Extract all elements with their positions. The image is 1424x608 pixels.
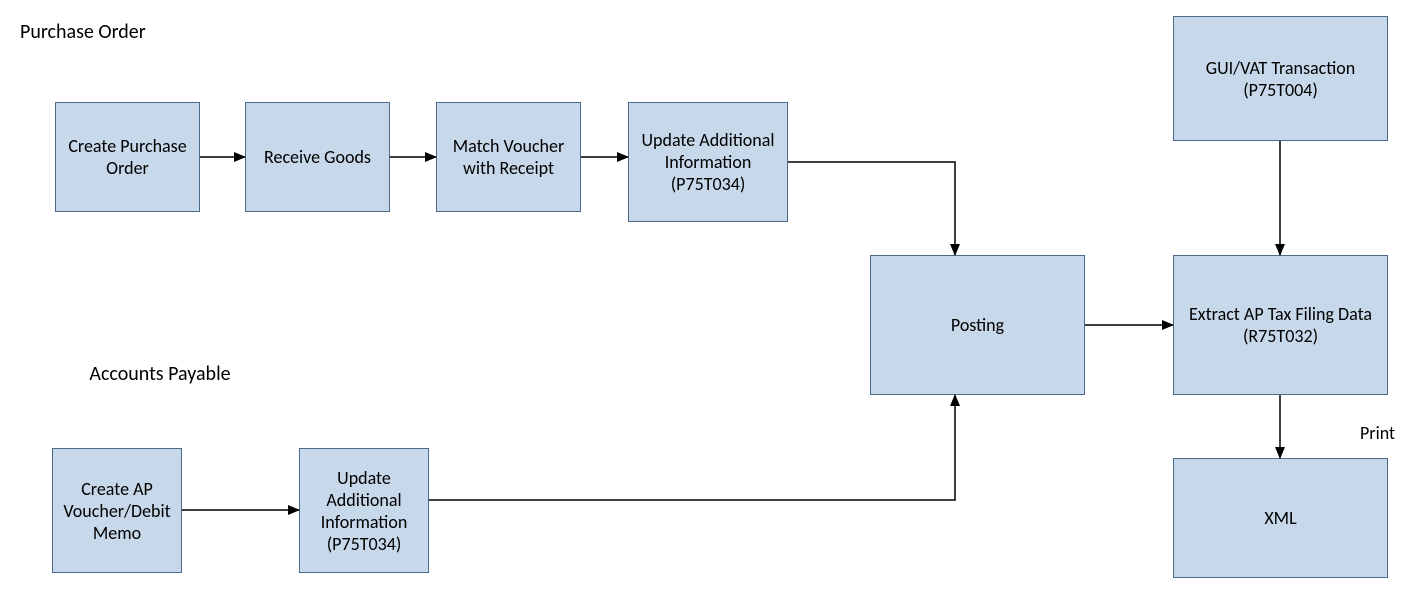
node-receive-goods: Receive Goods bbox=[245, 102, 390, 212]
node-extract-ap: Extract AP Tax Filing Data (R75T032) bbox=[1173, 255, 1388, 395]
diagram-canvas: Purchase Order Accounts Payable Create P… bbox=[0, 0, 1424, 608]
node-match-voucher: Match Voucher with Receipt bbox=[436, 102, 581, 212]
node-create-po: Create Purchase Order bbox=[55, 102, 200, 212]
section-title-purchase-order: Purchase Order bbox=[20, 20, 146, 44]
node-update-info-po: Update Additional Information (P75T034) bbox=[628, 102, 788, 222]
section-title-accounts-payable: Accounts Payable bbox=[80, 362, 240, 386]
node-gui-vat: GUI/VAT Transaction (P75T004) bbox=[1173, 16, 1388, 141]
node-posting: Posting bbox=[870, 255, 1085, 395]
node-xml: XML bbox=[1173, 458, 1388, 578]
edge-label-print: Print bbox=[1360, 422, 1395, 444]
node-update-info-ap: Update Additional Information (P75T034) bbox=[299, 448, 429, 573]
node-create-ap: Create AP Voucher/Debit Memo bbox=[52, 448, 182, 573]
